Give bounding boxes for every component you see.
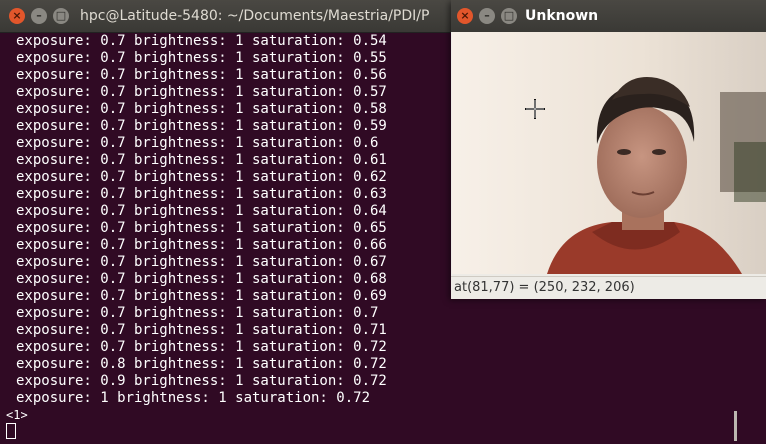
webcam-image [452, 32, 766, 274]
image-window-title: Unknown [525, 8, 599, 24]
terminal-line: exposure: 0.7 brightness: 1 saturation: … [16, 118, 387, 134]
terminal-line: exposure: 0.7 brightness: 1 saturation: … [16, 169, 387, 185]
terminal-line: exposure: 0.9 brightness: 1 saturation: … [16, 373, 387, 389]
image-window-titlebar[interactable]: × – □ Unknown [451, 0, 766, 32]
terminal-line: exposure: 0.7 brightness: 1 saturation: … [16, 322, 387, 338]
terminal-line: exposure: 0.7 brightness: 1 saturation: … [16, 186, 387, 202]
maximize-icon[interactable]: □ [501, 8, 517, 24]
terminal-line: exposure: 0.7 brightness: 1 saturation: … [16, 220, 387, 236]
image-window[interactable]: × – □ Unknown at(81,77) = (250, 232, 206… [451, 0, 766, 299]
close-icon[interactable]: × [9, 8, 25, 24]
terminal-line: exposure: 0.8 brightness: 1 saturation: … [16, 356, 387, 372]
terminal-line: exposure: 0.7 brightness: 1 saturation: … [16, 271, 387, 287]
terminal-line: exposure: 0.7 brightness: 1 saturation: … [16, 339, 387, 355]
terminal-prompt: <1> [6, 408, 28, 422]
terminal-line: exposure: 0.7 brightness: 1 saturation: … [16, 135, 379, 151]
terminal-line: exposure: 0.7 brightness: 1 saturation: … [16, 84, 387, 100]
close-icon[interactable]: × [457, 8, 473, 24]
terminal-line: exposure: 0.7 brightness: 1 saturation: … [16, 67, 387, 83]
terminal-line: exposure: 0.7 brightness: 1 saturation: … [16, 152, 387, 168]
terminal-line: exposure: 0.7 brightness: 1 saturation: … [16, 305, 379, 321]
terminal-line: exposure: 0.7 brightness: 1 saturation: … [16, 33, 387, 49]
terminal-line: exposure: 0.7 brightness: 1 saturation: … [16, 237, 387, 253]
terminal-line: exposure: 0.7 brightness: 1 saturation: … [16, 254, 387, 270]
minimize-icon[interactable]: – [31, 8, 47, 24]
pixel-status-bar: at(81,77) = (250, 232, 206) [451, 276, 766, 299]
terminal-line: exposure: 0.7 brightness: 1 saturation: … [16, 50, 387, 66]
text-cursor [6, 423, 16, 439]
terminal-title: hpc@Latitude-5480: ~/Documents/Maestria/… [80, 8, 430, 24]
scrollbar-thumb[interactable] [734, 411, 737, 441]
terminal-line: exposure: 1 brightness: 1 saturation: 0.… [16, 390, 371, 406]
webcam-frame[interactable] [452, 32, 766, 274]
terminal-line: exposure: 0.7 brightness: 1 saturation: … [16, 203, 387, 219]
minimize-icon[interactable]: – [479, 8, 495, 24]
terminal-line: exposure: 0.7 brightness: 1 saturation: … [16, 288, 387, 304]
terminal-line: exposure: 0.7 brightness: 1 saturation: … [16, 101, 387, 117]
maximize-icon[interactable]: □ [53, 8, 69, 24]
